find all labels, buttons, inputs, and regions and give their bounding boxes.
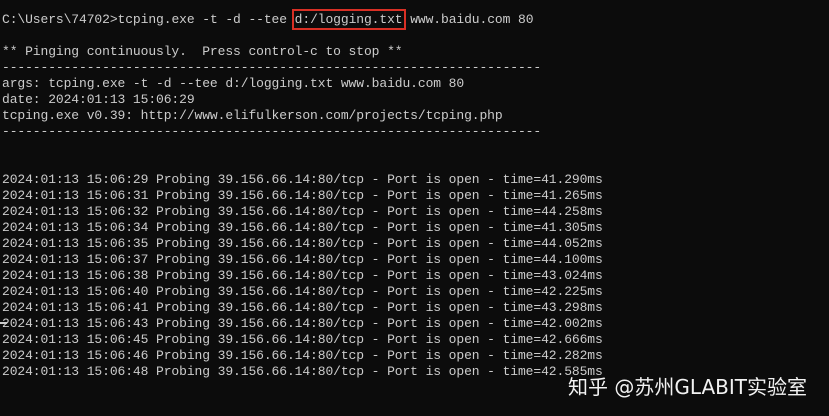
separator-line: ----------------------------------------… [2,124,542,139]
text-cursor [0,322,7,324]
command-line: C:\Users\74702>tcping.exe -t -d --tee d:… [2,9,829,30]
highlighted-log-path: d:/logging.txt [291,9,406,30]
args-line: args: tcping.exe -t -d --tee d:/logging.… [2,76,465,91]
probe-line: 2024:01:13 15:06:34 Probing 39.156.66.14… [2,220,603,235]
separator-line: ----------------------------------------… [2,60,542,75]
prompt: C:\Users\74702> [2,12,118,27]
probe-line: 2024:01:13 15:06:35 Probing 39.156.66.14… [2,236,603,251]
command-args: www.baidu.com 80 [402,12,534,27]
probe-line: 2024:01:13 15:06:29 Probing 39.156.66.14… [2,172,603,187]
version-line: tcping.exe v0.39: http://www.elifulkerso… [2,108,503,123]
probe-line: 2024:01:13 15:06:45 Probing 39.156.66.14… [2,332,603,347]
date-line: date: 2024:01:13 15:06:29 [2,92,195,107]
probe-output: 2024:01:13 15:06:29 Probing 39.156.66.14… [2,172,829,380]
command-text: tcping.exe -t -d --tee [117,12,295,27]
probe-line: 2024:01:13 15:06:43 Probing 39.156.66.14… [2,316,603,331]
probe-line: 2024:01:13 15:06:46 Probing 39.156.66.14… [2,348,603,363]
probe-line: 2024:01:13 15:06:38 Probing 39.156.66.14… [2,268,603,283]
pinging-message: ** Pinging continuously. Press control-c… [2,44,403,59]
probe-line: 2024:01:13 15:06:37 Probing 39.156.66.14… [2,252,603,267]
probe-line: 2024:01:13 15:06:40 Probing 39.156.66.14… [2,284,603,299]
probe-line: 2024:01:13 15:06:41 Probing 39.156.66.14… [2,300,603,315]
probe-line: 2024:01:13 15:06:32 Probing 39.156.66.14… [2,204,603,219]
probe-line: 2024:01:13 15:06:31 Probing 39.156.66.14… [2,188,603,203]
terminal-window[interactable]: C:\Users\74702>tcping.exe -t -d --tee d:… [0,0,829,416]
watermark-text: 知乎 @苏州GLABIT实验室 [568,375,807,399]
